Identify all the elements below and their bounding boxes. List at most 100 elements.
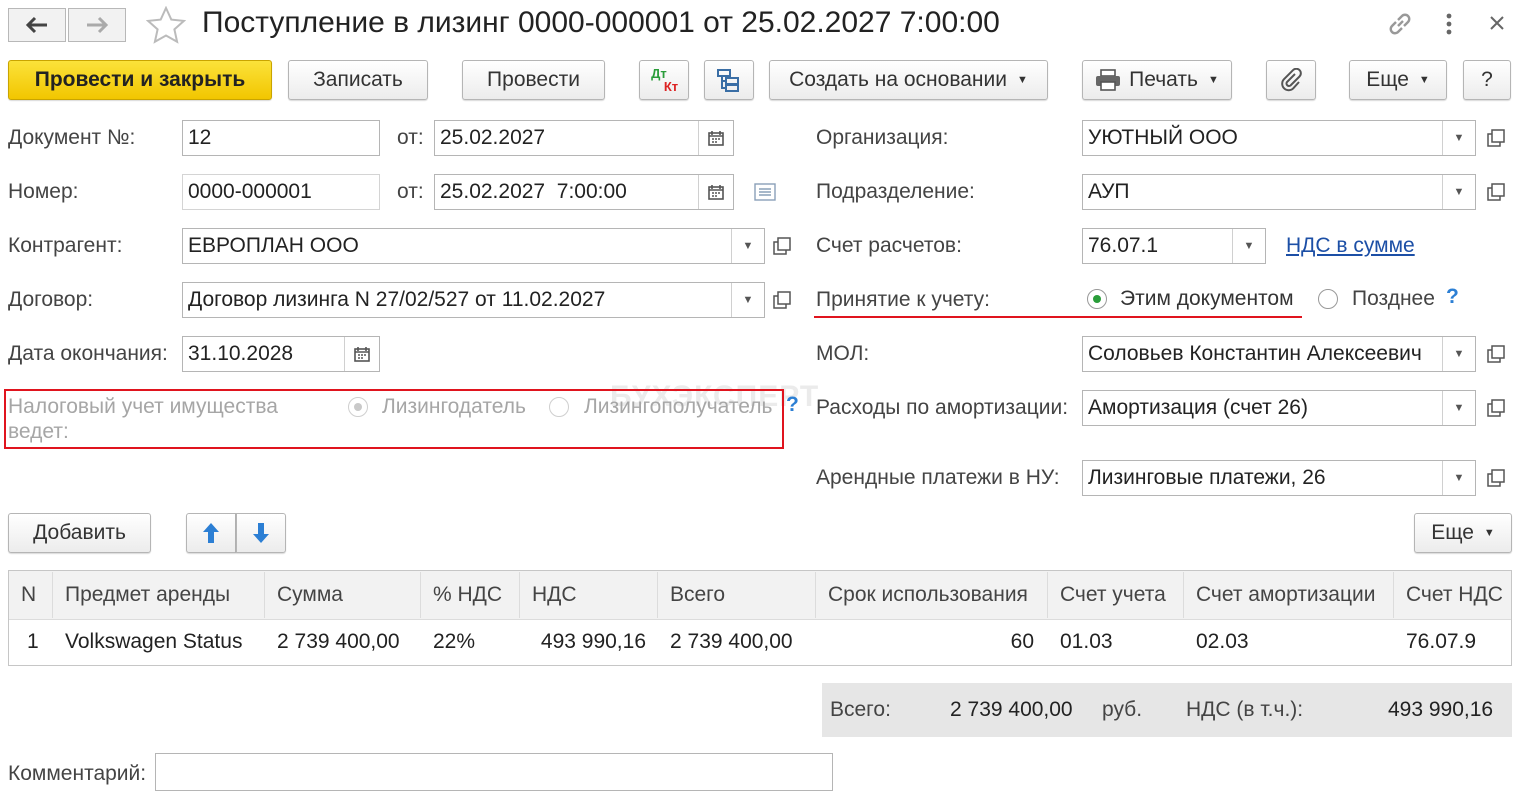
calendar-icon[interactable] — [344, 337, 379, 371]
vat-in-amount-link[interactable]: НДС в сумме — [1286, 234, 1415, 258]
cell-vat-rate: 22% — [433, 630, 476, 653]
mol-field[interactable]: Соловьев Константин Алексеевич ▼ — [1082, 336, 1476, 372]
tax-lessee-radio[interactable] — [549, 397, 569, 417]
comment-field[interactable] — [155, 753, 833, 791]
link-icon[interactable] — [1386, 10, 1414, 43]
chevron-down-icon: ▼ — [1418, 74, 1430, 86]
add-row-button[interactable]: Добавить — [8, 513, 151, 553]
total-value: 2 739 400,00 — [950, 698, 1073, 721]
acceptance-this-doc-label: Этим документом — [1120, 287, 1294, 310]
attach-button[interactable] — [1266, 60, 1316, 100]
create-based-label: Создать на основании — [789, 68, 1007, 91]
post-and-close-button[interactable]: Провести и закрыть — [8, 60, 272, 100]
open-counterparty-icon[interactable] — [767, 228, 797, 264]
chevron-down-icon[interactable]: ▼ — [1442, 391, 1475, 425]
col-header-n[interactable]: N — [9, 572, 53, 618]
acceptance-later-label: Позднее — [1352, 287, 1435, 310]
move-up-button[interactable] — [186, 513, 236, 553]
division-field[interactable]: АУП ▼ — [1082, 174, 1476, 210]
division-label: Подразделение: — [816, 180, 975, 203]
cell-term: 60 — [1010, 630, 1034, 653]
total-vat-label: НДС (в т.ч.): — [1186, 698, 1304, 721]
list-icon[interactable] — [754, 183, 776, 206]
contract-value: Договор лизинга N 27/02/527 от 11.02.202… — [188, 288, 606, 311]
col-header-total[interactable]: Всего — [658, 572, 816, 618]
col-header-item[interactable]: Предмет аренды — [53, 572, 265, 618]
more-button[interactable]: Еще ▼ — [1349, 60, 1447, 100]
chevron-down-icon[interactable]: ▼ — [1442, 461, 1475, 495]
print-button[interactable]: Печать ▼ — [1082, 60, 1232, 100]
close-icon[interactable] — [1488, 14, 1506, 37]
open-amort-icon[interactable] — [1481, 390, 1511, 426]
create-based-button[interactable]: Создать на основании ▼ — [769, 60, 1048, 100]
acceptance-red-underline — [814, 316, 1302, 318]
doc-no-field[interactable]: 12 — [182, 120, 380, 156]
open-org-icon[interactable] — [1481, 120, 1511, 156]
chevron-down-icon: ▼ — [1207, 74, 1219, 86]
favorite-star-icon[interactable] — [145, 5, 187, 49]
move-down-button[interactable] — [236, 513, 286, 553]
printer-icon — [1096, 69, 1121, 91]
rent-field[interactable]: Лизинговые платежи, 26 ▼ — [1082, 460, 1476, 496]
col-header-vat[interactable]: НДС — [520, 572, 658, 618]
doc-date-field[interactable]: 25.02.2027 — [434, 120, 734, 156]
calendar-icon[interactable] — [698, 121, 733, 155]
rent-value: Лизинговые платежи, 26 — [1088, 466, 1326, 489]
forward-button[interactable] — [68, 8, 126, 42]
amort-field[interactable]: Амортизация (счет 26) ▼ — [1082, 390, 1476, 426]
table-more-button[interactable]: Еще ▼ — [1414, 513, 1512, 553]
number-date-from-label: от: — [397, 180, 424, 203]
acceptance-this-doc-radio[interactable] — [1087, 289, 1107, 309]
col-header-term[interactable]: Срок использования — [816, 572, 1048, 618]
open-rent-icon[interactable] — [1481, 460, 1511, 496]
number-date-field[interactable]: 25.02.2027 7:00:00 — [434, 174, 734, 210]
acceptance-help-icon[interactable]: ? — [1446, 285, 1459, 309]
col-header-vat-rate[interactable]: % НДС — [421, 572, 520, 618]
col-header-vat-account[interactable]: Счет НДС — [1394, 572, 1511, 618]
acceptance-later-radio[interactable] — [1318, 289, 1338, 309]
chevron-down-icon[interactable]: ▼ — [1442, 337, 1475, 371]
help-button[interactable]: ? — [1463, 60, 1511, 100]
back-button[interactable] — [8, 8, 66, 42]
number-date-value: 25.02.2027 7:00:00 — [440, 180, 627, 203]
account-field[interactable]: 76.07.1 ▼ — [1082, 228, 1266, 264]
col-header-account[interactable]: Счет учета — [1048, 572, 1184, 618]
tax-lessor-radio[interactable] — [348, 397, 368, 417]
hierarchy-icon — [717, 69, 739, 92]
dt-kt-button[interactable]: Дт Кт — [639, 60, 689, 100]
open-mol-icon[interactable] — [1481, 336, 1511, 372]
counterparty-field[interactable]: ЕВРОПЛАН ООО ▼ — [182, 228, 765, 264]
rent-label: Арендные платежи в НУ: — [816, 466, 1060, 489]
cell-item: Volkswagen Status — [65, 630, 243, 653]
open-contract-icon[interactable] — [767, 282, 797, 318]
end-date-field[interactable]: 31.10.2028 — [182, 336, 380, 372]
contract-label: Договор: — [8, 288, 94, 311]
save-button[interactable]: Записать — [288, 60, 428, 100]
col-header-amort-account[interactable]: Счет амортизации — [1184, 572, 1394, 618]
chevron-down-icon[interactable]: ▼ — [731, 283, 764, 317]
chevron-down-icon[interactable]: ▼ — [1442, 175, 1475, 209]
chevron-down-icon: ▼ — [1016, 74, 1028, 86]
org-field[interactable]: УЮТНЫЙ ООО ▼ — [1082, 120, 1476, 156]
amort-label: Расходы по амортизации: — [816, 396, 1069, 419]
chevron-down-icon[interactable]: ▼ — [1442, 121, 1475, 155]
paperclip-icon — [1281, 68, 1302, 92]
table-more-label: Еще — [1431, 521, 1474, 544]
chevron-down-icon[interactable]: ▼ — [731, 229, 764, 263]
open-division-icon[interactable] — [1481, 174, 1511, 210]
acceptance-label: Принятие к учету: — [816, 288, 990, 311]
print-label: Печать — [1129, 68, 1198, 91]
mol-label: МОЛ: — [816, 342, 870, 365]
arrow-up-icon — [203, 523, 219, 543]
post-button[interactable]: Провести — [462, 60, 605, 100]
tax-help-icon[interactable]: ? — [786, 393, 799, 417]
chevron-down-icon[interactable]: ▼ — [1232, 229, 1265, 263]
org-value: УЮТНЫЙ ООО — [1088, 126, 1238, 149]
structure-button[interactable] — [704, 60, 754, 100]
counterparty-value: ЕВРОПЛАН ООО — [188, 234, 359, 257]
contract-field[interactable]: Договор лизинга N 27/02/527 от 11.02.202… — [182, 282, 765, 318]
calendar-icon[interactable] — [698, 175, 733, 209]
col-header-sum[interactable]: Сумма — [265, 572, 421, 618]
more-vertical-icon[interactable] — [1444, 12, 1454, 41]
arrow-down-icon — [253, 523, 269, 543]
